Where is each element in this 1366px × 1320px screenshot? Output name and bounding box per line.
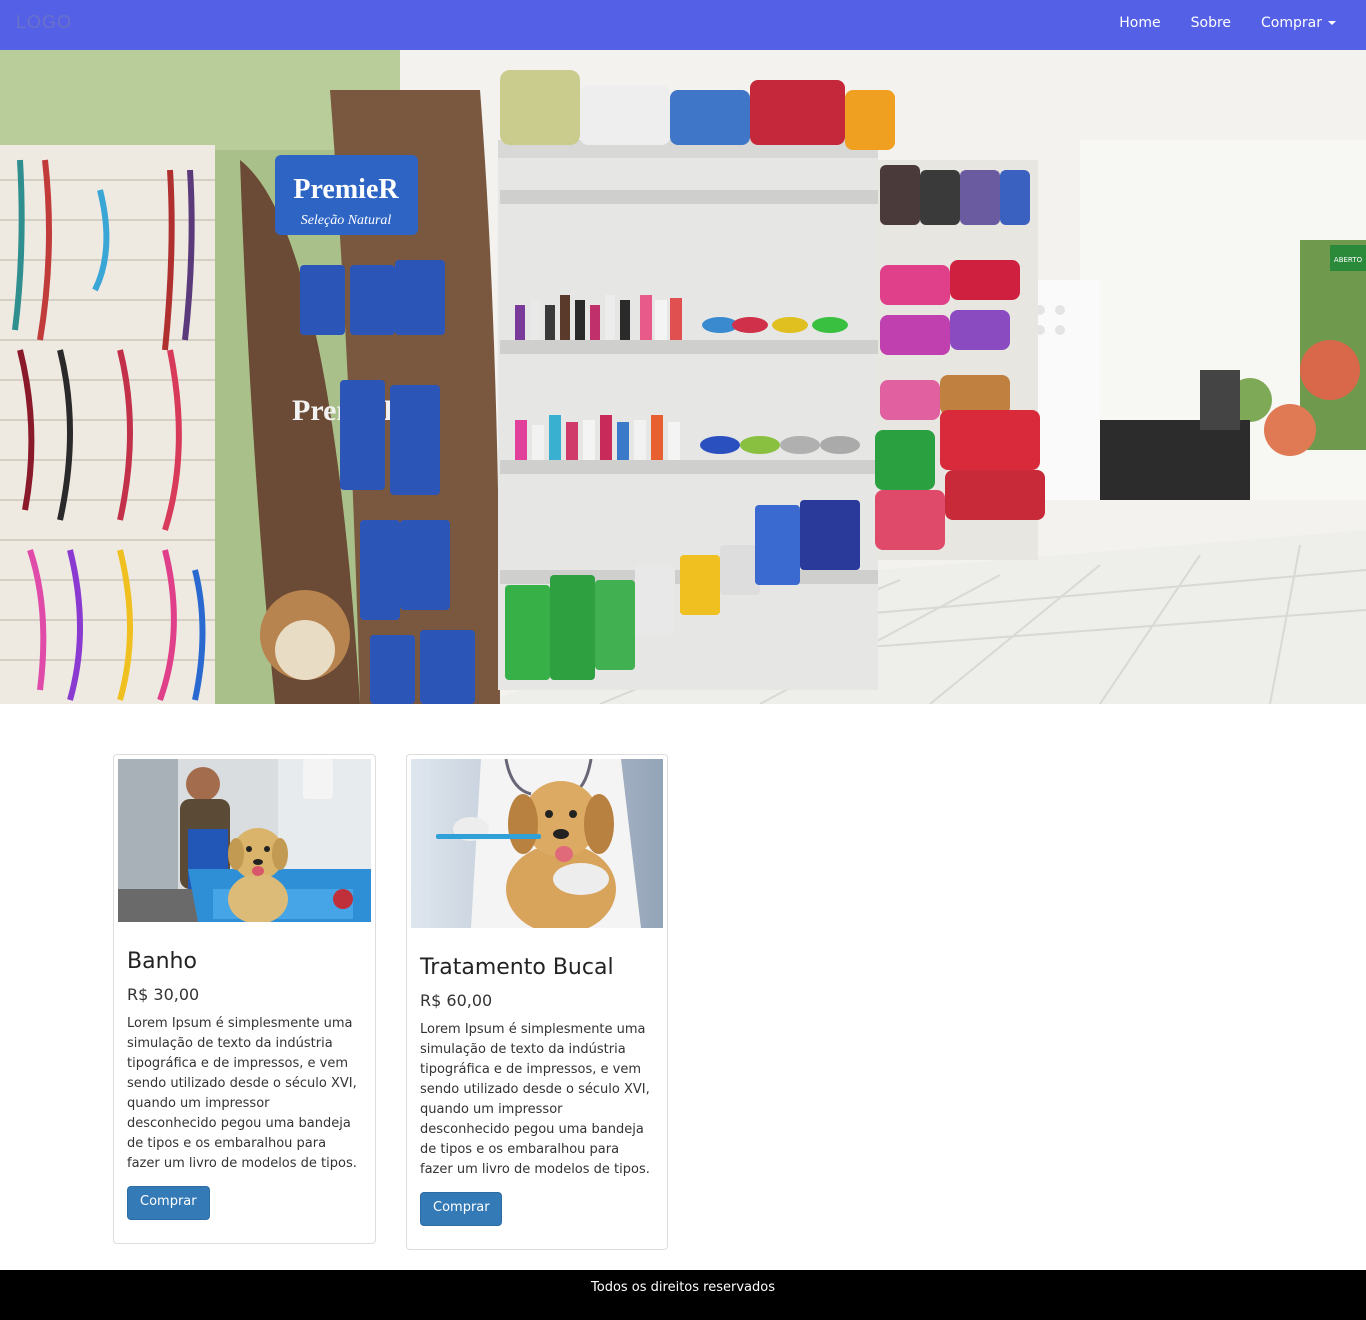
- product-description: Lorem Ipsum é simplesmente uma simulação…: [420, 1022, 650, 1177]
- product-title: Tratamento Bucal: [420, 955, 614, 980]
- product-card-tratamento-bucal: Tratamento Bucal R$ 60,00 Lorem Ipsum é …: [406, 754, 668, 1250]
- premier-tagline-text: Seleção Natural: [301, 213, 392, 228]
- buy-button-tratamento-bucal[interactable]: Comprar: [420, 1192, 502, 1226]
- product-image-banho: [118, 759, 371, 922]
- nav-sobre-link[interactable]: Sobre: [1176, 0, 1246, 50]
- hero-image: PremieR Seleção Natural PremieR: [0, 50, 1366, 704]
- product-price: R$ 60,00: [420, 991, 493, 1010]
- navbar: LOGO Home Sobre Comprar: [0, 0, 1366, 50]
- nav-comprar-dropdown[interactable]: Comprar: [1246, 0, 1366, 50]
- product-price: R$ 30,00: [127, 985, 200, 1004]
- product-image-tratamento-bucal: [411, 759, 663, 928]
- footer-text: Todos os direitos reservados: [591, 1280, 775, 1295]
- nav-home-link[interactable]: Home: [1104, 0, 1175, 50]
- footer: Todos os direitos reservados: [0, 1270, 1366, 1320]
- open-sign-text: ABERTO: [1334, 256, 1363, 264]
- product-card-banho: Banho R$ 30,00 Lorem Ipsum é simplesment…: [113, 754, 376, 1244]
- nav-links: Home Sobre Comprar: [1104, 0, 1366, 50]
- caret-down-icon: [1328, 21, 1336, 25]
- product-title: Banho: [127, 949, 197, 974]
- buy-button-banho[interactable]: Comprar: [127, 1186, 210, 1220]
- nav-comprar-label: Comprar: [1261, 15, 1322, 31]
- premier-sign-text: PremieR: [293, 174, 399, 205]
- product-description: Lorem Ipsum é simplesmente uma simulação…: [127, 1016, 357, 1171]
- logo[interactable]: LOGO: [16, 12, 72, 33]
